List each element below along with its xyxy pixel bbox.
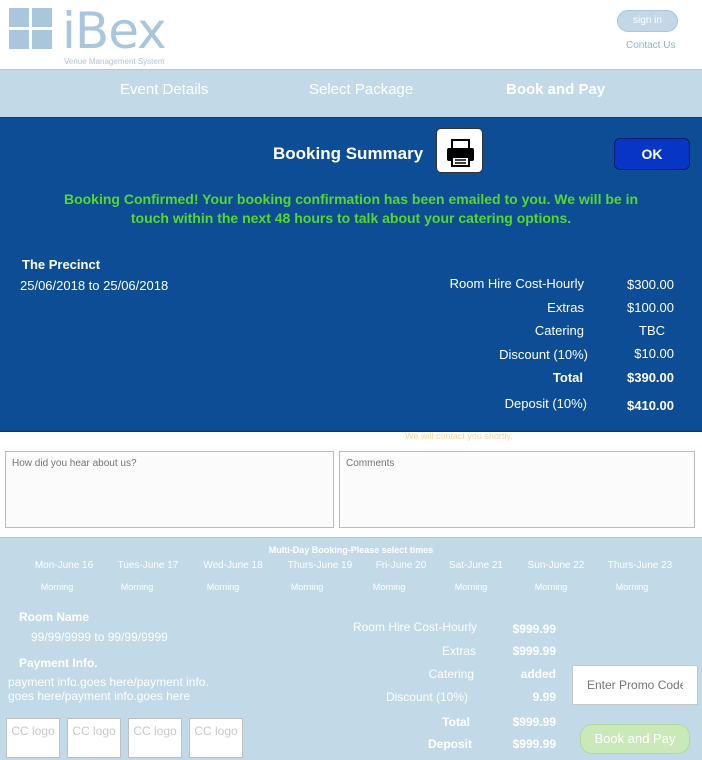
cost-value: $410.00 (627, 398, 674, 413)
cost-label: Room Hire Cost-Hourly (449, 276, 584, 291)
cost-value: TBC (639, 323, 665, 338)
cost-label: Extras (441, 644, 476, 658)
cost-label: Deposit (10%) (504, 396, 587, 411)
time-slot[interactable]: Morning (349, 582, 429, 592)
cost-value: 9.99 (532, 690, 556, 704)
hear-about-us-field[interactable] (5, 451, 334, 528)
cost-label: Extras (547, 300, 584, 315)
cost-value: $999.99 (512, 737, 556, 751)
time-slot[interactable]: Morning (183, 582, 263, 592)
multi-day-panel: Multi-Day Booking-Please select times Mo… (0, 537, 702, 760)
room-dates: 99/99/9999 to 99/99/9999 (31, 630, 168, 644)
day-label: Thurs-June 19 (287, 560, 353, 571)
cost-label: Catering (534, 323, 584, 338)
step-book-and-pay[interactable]: Book and Pay (506, 81, 605, 98)
cost-value: $999.99 (512, 644, 556, 658)
cc-logo: CC logo (128, 718, 182, 758)
time-slot[interactable]: Morning (17, 582, 97, 592)
cc-logo: CC logo (67, 718, 121, 758)
cost-value: $999.99 (512, 715, 556, 729)
time-slot[interactable]: Morning (97, 582, 177, 592)
booking-dates: 25/06/2018 to 25/06/2018 (20, 278, 169, 293)
cc-logo: CC logo (6, 718, 60, 758)
payment-info-label: Payment Info. (19, 656, 98, 670)
step-select-package[interactable]: Select Package (309, 81, 413, 98)
time-slot[interactable]: Morning (267, 582, 347, 592)
time-slot[interactable]: Morning (431, 582, 511, 592)
logo-subtitle: Venue Management System (64, 57, 165, 66)
promo-code-input[interactable] (572, 665, 698, 705)
time-slot[interactable]: Morning (511, 582, 591, 592)
step-event-details[interactable]: Event Details (120, 81, 208, 98)
booking-summary-modal: Booking Summary OK Booking Confirmed! Yo… (0, 117, 702, 432)
time-slot[interactable]: Morning (592, 582, 672, 592)
cost-value: $300.00 (627, 277, 674, 292)
day-label: Tues-June 17 (117, 560, 179, 571)
cost-label: Catering (428, 667, 474, 681)
cost-label: Discount (10%) (499, 347, 588, 362)
venue-name: The Precinct (22, 257, 101, 272)
day-label: Sun-June 22 (527, 560, 585, 571)
day-label: Sat-June 21 (449, 560, 503, 571)
cost-label: Room Hire Cost-Hourly (352, 620, 477, 634)
cost-label: Deposit (427, 737, 472, 751)
cost-label: Total (442, 715, 470, 729)
confirmation-message: Booking Confirmed! Your booking confirma… (63, 191, 639, 226)
payment-info-text: payment info.goes here/payment info. goe… (8, 675, 209, 703)
logo-text: iBex (62, 2, 167, 60)
steps-bar: Event Details Select Package Book and Pa… (0, 69, 702, 117)
cost-label: Discount (10%) (385, 690, 468, 704)
cost-value: $999.99 (512, 622, 556, 636)
sign-in-button[interactable]: sign in (617, 10, 678, 32)
cost-value: added (520, 667, 556, 681)
ok-button[interactable]: OK (614, 138, 690, 170)
room-name-label: Room Name (19, 610, 90, 624)
day-label: Wed-June 18 (203, 560, 263, 571)
cost-label: Total (552, 370, 583, 385)
comments-field[interactable] (339, 451, 695, 528)
day-label: Thurs-June 23 (607, 560, 673, 571)
day-label: Mon-June 16 (34, 560, 94, 571)
logo-mark (9, 8, 52, 50)
multi-day-title: Multi-Day Booking-Please select times (268, 545, 434, 555)
cc-logo: CC logo (189, 718, 243, 758)
modal-title: Booking Summary (273, 144, 424, 163)
day-label: Fri-June 20 (375, 560, 427, 571)
cost-value: $10.00 (634, 346, 674, 361)
cost-value: $100.00 (627, 300, 674, 315)
contact-us-link[interactable]: Contact Us (626, 40, 675, 51)
printer-icon (447, 139, 474, 167)
book-and-pay-button[interactable]: Book and Pay (580, 724, 690, 754)
cost-value: $390.00 (627, 370, 674, 385)
print-button[interactable] (436, 128, 483, 173)
contact-shortly-text: We will contact you shortly. (405, 431, 513, 441)
